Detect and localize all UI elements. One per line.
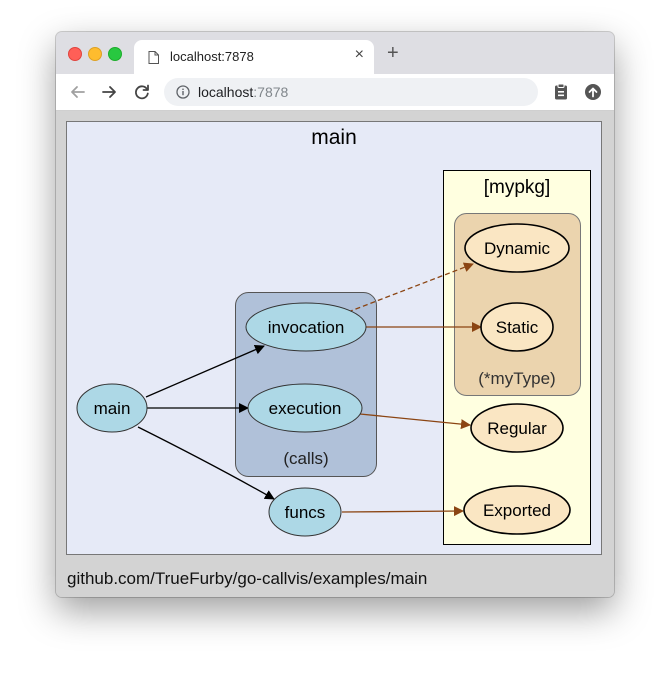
info-icon[interactable] <box>176 85 190 104</box>
node-dynamic-label: Dynamic <box>484 239 551 258</box>
arrow-right-icon[interactable] <box>99 82 119 102</box>
mytype-cluster-label: (*myType) <box>478 369 555 388</box>
node-dynamic[interactable]: Dynamic <box>464 223 570 273</box>
node-static[interactable]: Static <box>480 302 554 352</box>
url-text: localhost:7878 <box>198 84 288 100</box>
tab-localhost[interactable]: localhost:7878 × <box>134 40 374 74</box>
tab-strip: localhost:7878 × + <box>56 32 614 74</box>
node-execution-label: execution <box>269 399 342 418</box>
new-tab-button[interactable]: + <box>387 43 399 63</box>
node-regular-label: Regular <box>487 419 547 438</box>
node-main-label: main <box>94 399 131 418</box>
node-funcs-label: funcs <box>285 503 326 522</box>
address-bar[interactable]: localhost:7878 <box>164 78 538 106</box>
node-exported-label: Exported <box>483 501 551 520</box>
clipboard-icon[interactable] <box>551 82 571 102</box>
graph-title: main <box>311 126 357 149</box>
package-path-footer: github.com/TrueFurby/go-callvis/examples… <box>67 569 428 588</box>
reload-icon[interactable] <box>132 82 152 102</box>
call-graph: main (calls) [mypkg] (*myType) main invo… <box>66 121 602 555</box>
page-content: main (calls) [mypkg] (*myType) main invo… <box>56 111 614 597</box>
document-icon <box>148 51 159 69</box>
tab-close-icon[interactable]: × <box>355 46 364 64</box>
url-host: localhost <box>198 84 254 100</box>
arrow-left-icon[interactable] <box>68 82 88 102</box>
browser-window: localhost:7878 × + localhost:7878 main (… <box>56 32 614 597</box>
node-invocation-label: invocation <box>268 318 345 337</box>
tab-title: localhost:7878 <box>170 49 254 64</box>
minimize-window-button[interactable] <box>88 47 102 61</box>
node-invocation[interactable]: invocation <box>245 302 367 352</box>
mypkg-cluster-label: [mypkg] <box>484 177 551 198</box>
node-funcs[interactable]: funcs <box>268 487 342 537</box>
maximize-window-button[interactable] <box>108 47 122 61</box>
close-window-button[interactable] <box>68 47 82 61</box>
browser-toolbar: localhost:7878 <box>56 74 614 111</box>
url-port: :7878 <box>253 84 289 100</box>
upload-icon[interactable] <box>583 82 603 102</box>
calls-cluster-label: (calls) <box>283 449 328 468</box>
node-exported[interactable]: Exported <box>463 485 571 535</box>
node-execution[interactable]: execution <box>247 383 363 433</box>
node-main[interactable]: main <box>76 383 148 433</box>
node-static-label: Static <box>496 318 539 337</box>
node-regular[interactable]: Regular <box>470 403 564 453</box>
